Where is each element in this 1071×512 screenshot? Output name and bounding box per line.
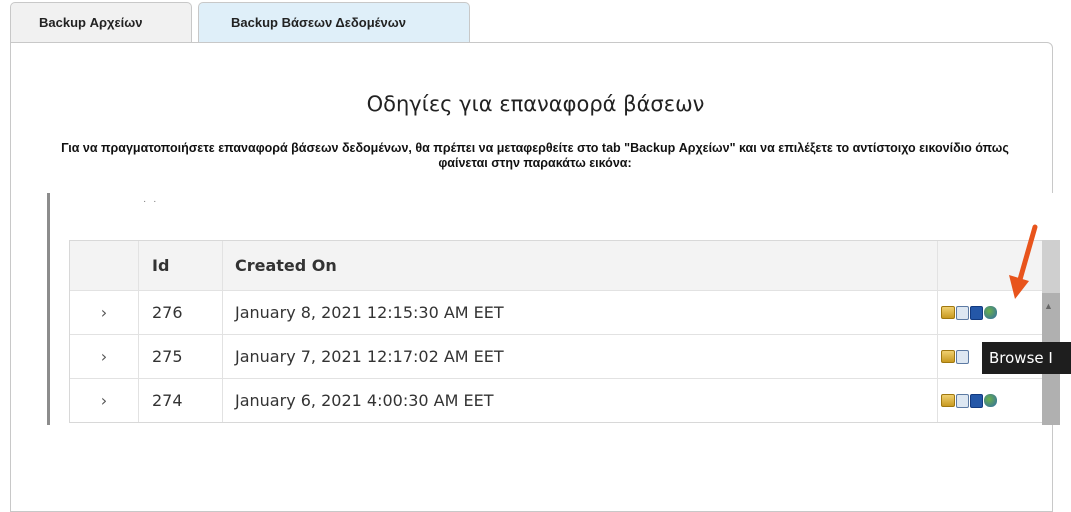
instructions-text: Για να πραγματοποιήσετε επαναφορά βάσεων…: [61, 141, 1009, 170]
browse-icon: [956, 349, 969, 364]
column-header-id: Id: [139, 241, 223, 290]
image-left-border: [47, 193, 50, 425]
row-id: 276: [139, 291, 223, 334]
backup-grid-image: Id Created On › 276 January 8, 2021 12:1…: [69, 240, 1044, 423]
image-dots: · ·: [143, 196, 159, 207]
table-row: › 274 January 6, 2021 4:00:30 AM EET: [70, 379, 1043, 422]
row-created-on: January 7, 2021 12:17:02 AM EET: [223, 335, 938, 378]
folder-icon: [941, 350, 955, 363]
folder-icon: [941, 394, 955, 407]
browse-tooltip: Browse I: [982, 342, 1071, 374]
table-row: › 276 January 8, 2021 12:15:30 AM EET: [70, 291, 1043, 335]
row-created-on: January 6, 2021 4:00:30 AM EET: [223, 379, 938, 422]
instruction-image: · · Id Created On › 276 January 8, 2021 …: [47, 193, 1071, 425]
grid-header-row: Id Created On: [70, 241, 1043, 291]
page-title: Οδηγίες για επαναφορά βάσεων: [366, 92, 705, 116]
expand-icon: ›: [70, 291, 139, 334]
tab-label: Backup Αρχείων: [39, 15, 143, 30]
table-row: › 275 January 7, 2021 12:17:02 AM EET: [70, 335, 1043, 379]
browse-icon: [956, 305, 969, 320]
tab-backup-files[interactable]: Backup Αρχείων: [10, 2, 192, 42]
restore-icon: [984, 394, 997, 407]
expand-icon: ›: [70, 335, 139, 378]
restore-icon: [984, 306, 997, 319]
row-id: 275: [139, 335, 223, 378]
row-id: 274: [139, 379, 223, 422]
save-icon: [970, 393, 983, 408]
row-created-on: January 8, 2021 12:15:30 AM EET: [223, 291, 938, 334]
save-icon: [970, 305, 983, 320]
arrow-icon: [1009, 224, 1038, 299]
browse-icon: [956, 393, 969, 408]
column-header-created-on: Created On: [223, 241, 938, 290]
tab-label: Backup Βάσεων Δεδομένων: [231, 15, 406, 30]
folder-icon: [941, 306, 955, 319]
header-expander-cell: [70, 241, 139, 290]
row-actions: [938, 379, 1043, 422]
expand-icon: ›: [70, 379, 139, 422]
tab-backup-databases[interactable]: Backup Βάσεων Δεδομένων: [198, 2, 470, 42]
